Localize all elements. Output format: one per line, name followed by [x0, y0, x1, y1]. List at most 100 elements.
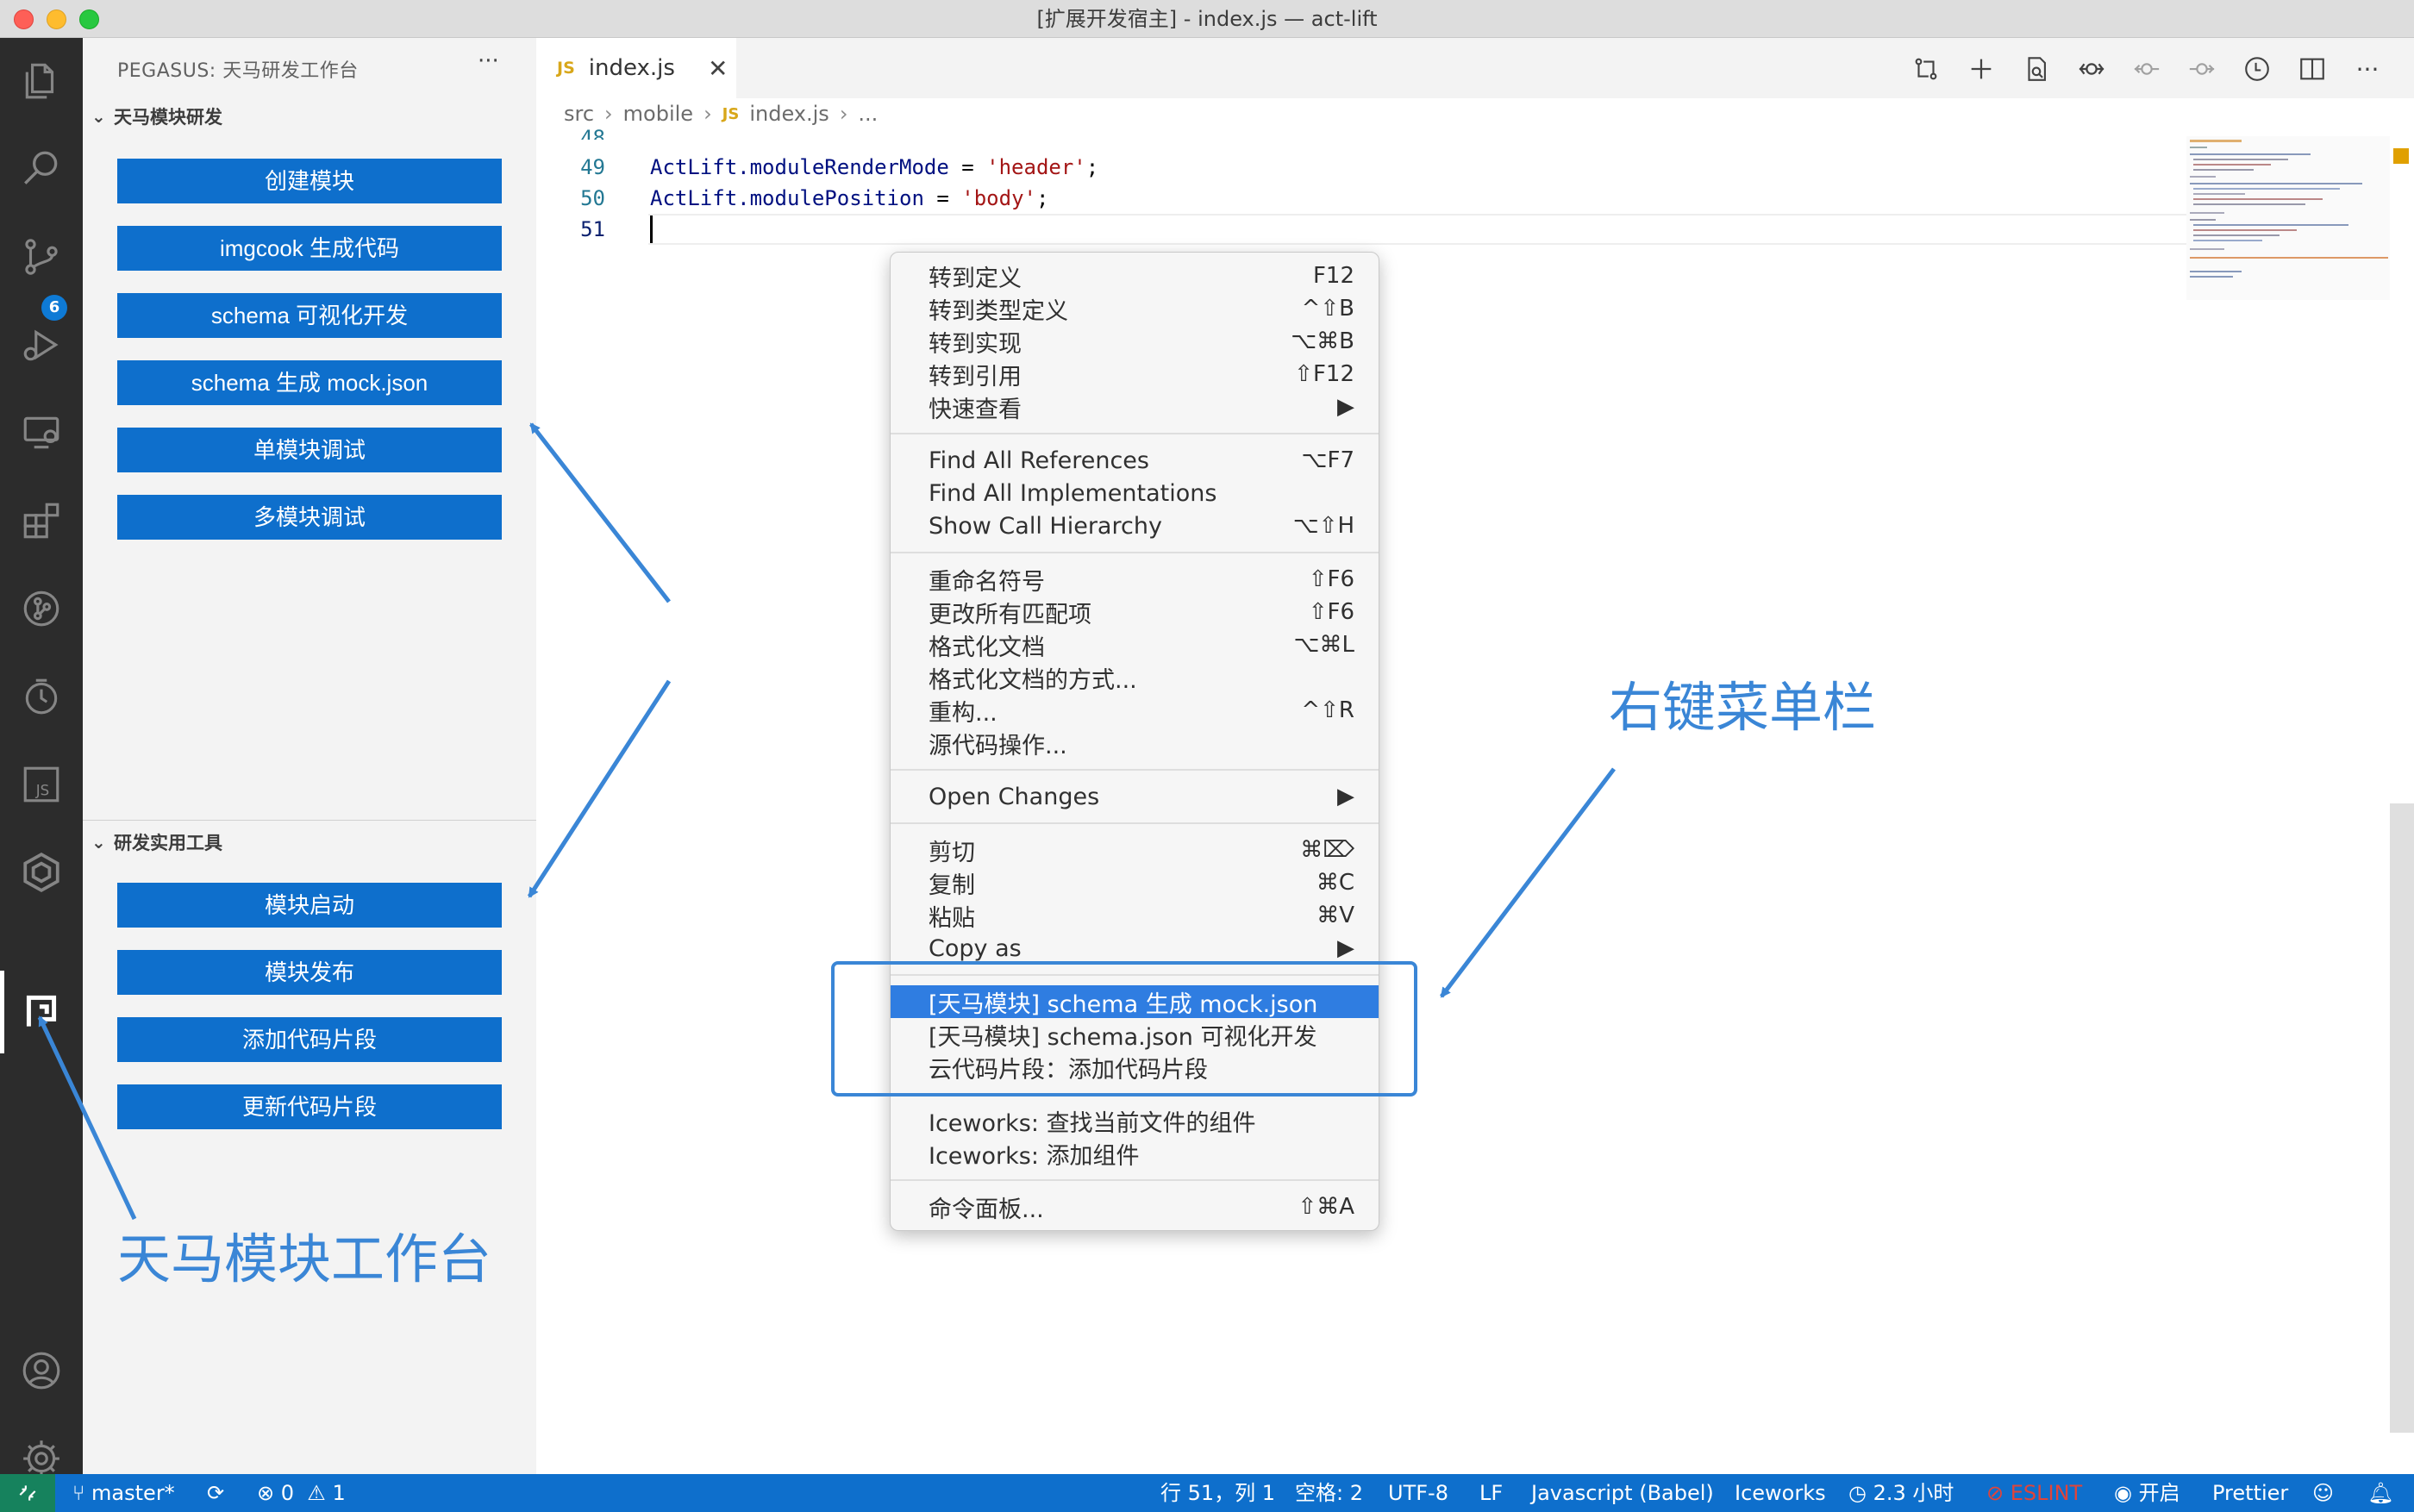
- eslint-label: ESLINT: [2010, 1481, 2083, 1505]
- menu-item-label: Find All Implementations: [929, 479, 1217, 507]
- feedback-icon[interactable]: ☺: [2312, 1474, 2334, 1512]
- update-snippet-button[interactable]: 更新代码片段: [117, 1084, 502, 1129]
- context-menu-item[interactable]: 转到类型定义 ^⇧B: [891, 292, 1379, 325]
- end-of-line[interactable]: LF: [1479, 1474, 1503, 1512]
- context-menu-item[interactable]: 转到定义 F12: [891, 259, 1379, 292]
- context-menu-item[interactable]: 重命名符号 ⇧F6: [891, 563, 1379, 596]
- iceworks-status[interactable]: Iceworks: [1735, 1474, 1826, 1512]
- section-divider: [83, 820, 536, 821]
- pegasus-icon[interactable]: [0, 971, 83, 1053]
- multi-module-debug-button[interactable]: 多模块调试: [117, 495, 502, 540]
- minimap[interactable]: [2186, 136, 2390, 300]
- context-menu-item[interactable]: 命令面板... ⇧⌘A: [891, 1190, 1379, 1223]
- module-start-button[interactable]: 模块启动: [117, 883, 502, 928]
- context-menu-item[interactable]: Find All References ⌥F7: [891, 444, 1379, 477]
- context-menu-item[interactable]: 粘贴 ⌘V: [891, 899, 1379, 932]
- explorer-icon[interactable]: [0, 40, 83, 122]
- tab-label: index.js: [588, 55, 675, 81]
- breadcrumb: src › mobile › JS index.js › ...: [564, 102, 878, 126]
- prettier-status[interactable]: Prettier: [2212, 1474, 2288, 1512]
- schema-mock-json-button[interactable]: schema 生成 mock.json: [117, 360, 502, 405]
- breadcrumb-src[interactable]: src: [564, 102, 594, 126]
- context-menu-item[interactable]: Find All Implementations: [891, 477, 1379, 509]
- compare-changes-icon[interactable]: [1909, 52, 1943, 86]
- single-module-debug-button[interactable]: 单模块调试: [117, 428, 502, 472]
- timeline-history-icon[interactable]: [2240, 52, 2274, 86]
- section-header-dev-tools[interactable]: ⌄ 研发实用工具: [91, 829, 222, 855]
- breadcrumb-mobile[interactable]: mobile: [623, 102, 693, 126]
- iceworks-icon[interactable]: [0, 831, 83, 914]
- js-file-icon: JS: [722, 104, 740, 123]
- context-menu-item[interactable]: 转到引用 ⇧F12: [891, 358, 1379, 390]
- context-menu-item[interactable]: 快速查看 ▶: [891, 390, 1379, 423]
- account-icon[interactable]: [0, 1329, 83, 1412]
- breadcrumb-file[interactable]: index.js: [749, 102, 829, 126]
- context-menu-item[interactable]: 格式化文档的方式...: [891, 661, 1379, 694]
- source-control-icon[interactable]: [0, 216, 83, 298]
- context-menu-item[interactable]: Iceworks: 查找当前文件的组件: [891, 1104, 1379, 1137]
- close-window-button[interactable]: [14, 9, 34, 29]
- context-menu-item[interactable]: 剪切 ⌘⌦: [891, 834, 1379, 866]
- menu-item-label: Copy as: [929, 934, 1022, 962]
- context-menu-item[interactable]: 复制 ⌘C: [891, 866, 1379, 899]
- schema-visual-dev-button[interactable]: schema 可视化开发: [117, 293, 502, 338]
- git-branch-icon: ⑂: [72, 1481, 85, 1505]
- eslint-status[interactable]: ⊘ ESLINT: [1986, 1474, 2082, 1512]
- split-editor-icon[interactable]: [2295, 52, 2330, 86]
- indentation[interactable]: 空格: 2: [1295, 1474, 1363, 1512]
- time-tracker[interactable]: ◷ 2.3 小时: [1848, 1474, 1954, 1512]
- more-actions-icon[interactable]: ···: [478, 48, 499, 74]
- branch-item[interactable]: ⑂ master*: [72, 1474, 175, 1512]
- sync-icon[interactable]: ⟳: [207, 1474, 224, 1512]
- menu-item-label: 格式化文档的方式...: [929, 666, 1137, 694]
- breadcrumb-symbol[interactable]: ...: [858, 102, 878, 126]
- git-graph-icon[interactable]: [0, 567, 83, 650]
- chevron-right-icon: ›: [604, 102, 613, 126]
- commit-icon[interactable]: [2074, 52, 2109, 86]
- remote-explorer-icon[interactable]: [0, 391, 83, 474]
- context-menu-item[interactable]: 更改所有匹配项 ⇧F6: [891, 596, 1379, 628]
- add-snippet-button[interactable]: 添加代码片段: [117, 1017, 502, 1062]
- chevron-down-icon: ⌄: [91, 106, 106, 127]
- minimize-window-button[interactable]: [47, 9, 66, 29]
- editor-scrollbar[interactable]: [2390, 803, 2414, 1433]
- cursor-position[interactable]: 行 51，列 1: [1160, 1474, 1275, 1512]
- plus-icon[interactable]: [1964, 52, 1998, 86]
- extensions-icon[interactable]: [0, 479, 83, 562]
- search-icon[interactable]: [0, 128, 83, 210]
- js-tool-icon[interactable]: JS: [0, 743, 83, 826]
- context-menu-item[interactable]: Copy as ▶: [891, 932, 1379, 965]
- context-menu-item[interactable]: Show Call Hierarchy ⌥⇧H: [891, 509, 1379, 542]
- context-menu-item[interactable]: Open Changes ▶: [891, 780, 1379, 813]
- timeline-icon[interactable]: [0, 655, 83, 738]
- context-menu-item[interactable]: 格式化文档 ⌥⌘L: [891, 628, 1379, 661]
- module-publish-button[interactable]: 模块发布: [117, 950, 502, 995]
- maximize-window-button[interactable]: [79, 9, 99, 29]
- activity-bar: 6 JS: [0, 38, 83, 1477]
- open-file-icon[interactable]: [2019, 52, 2054, 86]
- next-change-icon[interactable]: [2185, 52, 2219, 86]
- menu-item-shortcut: ⇧F6: [1308, 566, 1354, 592]
- tab-index-js[interactable]: JS index.js ✕: [536, 38, 736, 98]
- create-module-button[interactable]: 创建模块: [117, 159, 502, 203]
- context-menu-item[interactable]: 重构... ^⇧R: [891, 694, 1379, 727]
- section-header-module-dev[interactable]: ⌄ 天马模块研发: [91, 103, 222, 129]
- editor-more-icon[interactable]: ···: [2350, 52, 2385, 86]
- go-live-status[interactable]: ◉ 开启: [2114, 1474, 2180, 1512]
- menu-item-label: Show Call Hierarchy: [929, 512, 1162, 540]
- run-debug-icon[interactable]: [0, 303, 83, 386]
- previous-change-icon[interactable]: [2129, 52, 2164, 86]
- encoding[interactable]: UTF-8: [1388, 1474, 1448, 1512]
- close-tab-icon[interactable]: ✕: [708, 54, 728, 83]
- context-menu-item[interactable]: Iceworks: 添加组件: [891, 1137, 1379, 1170]
- remote-indicator-icon[interactable]: [0, 1474, 55, 1512]
- problems-item[interactable]: ⊗ 0 ⚠ 1: [257, 1474, 346, 1512]
- window-title: [扩展开发宿主] - index.js — act-lift: [1036, 7, 1378, 31]
- scrollbar-marker: [2393, 148, 2409, 164]
- imgcook-generate-button[interactable]: imgcook 生成代码: [117, 226, 502, 271]
- language-mode[interactable]: Javascript (Babel): [1531, 1474, 1714, 1512]
- context-menu-item[interactable]: 转到实现 ⌥⌘B: [891, 325, 1379, 358]
- notifications-bell-icon[interactable]: 🔔︎: [2367, 1474, 2393, 1512]
- context-menu-item[interactable]: 源代码操作...: [891, 727, 1379, 759]
- menu-item-shortcut: ⌥⇧H: [1292, 513, 1354, 539]
